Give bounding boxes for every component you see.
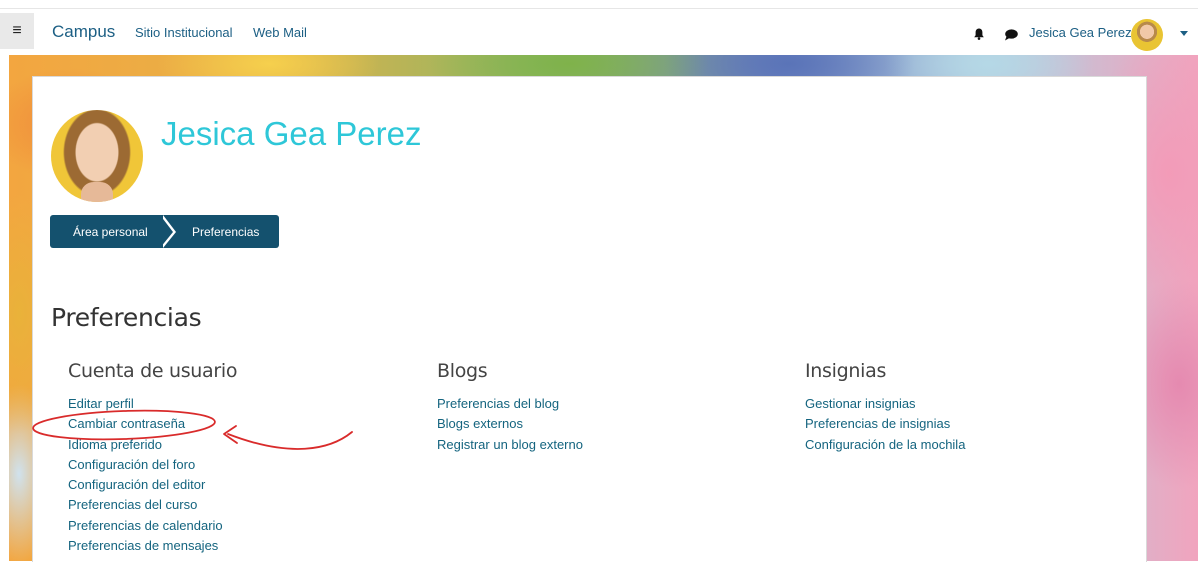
bell-icon[interactable] xyxy=(973,28,985,40)
link-preferencias-del-curso[interactable]: Preferencias del curso xyxy=(68,495,237,515)
user-menu-name[interactable]: Jesica Gea Perez xyxy=(1029,25,1132,40)
caret-down-icon[interactable] xyxy=(1180,31,1188,36)
link-gestionar-insignias[interactable]: Gestionar insignias xyxy=(805,394,965,414)
menu-toggle-button[interactable]: ≡ xyxy=(0,13,34,49)
section-title: Insignias xyxy=(805,360,887,382)
page-title: Preferencias xyxy=(51,303,202,332)
link-blogs-externos[interactable]: Blogs externos xyxy=(437,414,583,434)
user-avatar[interactable] xyxy=(1131,19,1163,51)
breadcrumb-item-preferencias[interactable]: Preferencias xyxy=(168,215,279,248)
link-preferencias-del-blog[interactable]: Preferencias del blog xyxy=(437,394,583,414)
main-content-card: Jesica Gea Perez Área personal Preferenc… xyxy=(32,76,1147,562)
profile-avatar xyxy=(51,110,143,202)
link-configuracion-del-foro[interactable]: Configuración del foro xyxy=(68,455,237,475)
breadcrumb-arrow-icon xyxy=(160,215,173,248)
nav-link-web-mail[interactable]: Web Mail xyxy=(253,25,307,40)
link-idioma-preferido[interactable]: Idioma preferido xyxy=(68,435,237,455)
link-preferencias-de-calendario[interactable]: Preferencias de calendario xyxy=(68,516,237,536)
section-cuenta-de-usuario: Cuenta de usuario Editar perfil Cambiar … xyxy=(68,360,238,556)
link-preferencias-de-mensajes[interactable]: Preferencias de mensajes xyxy=(68,536,237,556)
top-navbar: ≡ Campus Sitio Institucional Web Mail Je… xyxy=(0,8,1198,55)
section-insignias: Insignias Gestionar insignias Preferenci… xyxy=(805,360,965,455)
link-editar-perfil[interactable]: Editar perfil xyxy=(68,394,237,414)
section-blogs: Blogs Preferencias del blog Blogs extern… xyxy=(437,360,583,455)
profile-name-heading: Jesica Gea Perez xyxy=(161,115,422,152)
chat-bubble-icon[interactable] xyxy=(1004,29,1018,41)
nav-link-sitio-institucional[interactable]: Sitio Institucional xyxy=(135,25,233,40)
section-title: Cuenta de usuario xyxy=(68,360,238,382)
hamburger-menu-icon: ≡ xyxy=(12,22,22,39)
breadcrumb-item-area-personal[interactable]: Área personal xyxy=(50,215,168,248)
site-brand-link[interactable]: Campus xyxy=(52,22,115,42)
link-registrar-un-blog-externo[interactable]: Registrar un blog externo xyxy=(437,435,583,455)
link-configuracion-de-la-mochila[interactable]: Configuración de la mochila xyxy=(805,435,965,455)
link-configuracion-del-editor[interactable]: Configuración del editor xyxy=(68,475,237,495)
breadcrumb: Área personal Preferencias xyxy=(50,215,279,248)
section-title: Blogs xyxy=(437,360,488,382)
link-preferencias-de-insignias[interactable]: Preferencias de insignias xyxy=(805,414,965,434)
link-cambiar-contrasena[interactable]: Cambiar contraseña xyxy=(68,414,237,434)
